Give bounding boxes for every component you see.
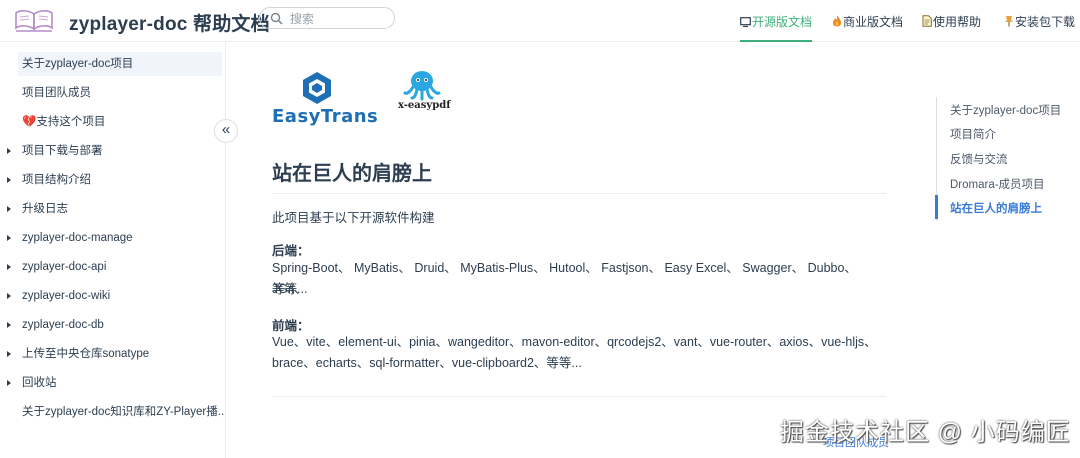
sidebar-item-label: zyplayer-doc-wiki (22, 290, 111, 302)
sidebar-item-label: 项目结构介绍 (22, 174, 91, 186)
watermark-text: 掘金技术社区 @ 小码编匠 (780, 419, 1071, 446)
caret-right-icon (7, 293, 11, 299)
nav-opensource-docs-label: 开源版文档 (752, 15, 813, 29)
nav-opensource-docs[interactable]: 开源版文档 (740, 13, 813, 42)
nav-usage-help-label: 使用帮助 (933, 15, 982, 29)
sidebar-item-label: 关于zyplayer-doc知识库和ZY-Player播... (22, 406, 225, 418)
toc-item-about[interactable]: 关于zyplayer-doc项目 (950, 102, 1061, 118)
intro-text: 此项目基于以下开源软件构建 (272, 211, 435, 225)
sidebar-item-download-deploy[interactable]: 项目下载与部署 (0, 139, 225, 163)
sidebar-item-sonatype[interactable]: 上传至中央仓库sonatype (0, 342, 225, 366)
toc-item-feedback[interactable]: 反馈与交流 (950, 151, 1008, 167)
caret-right-icon (7, 380, 11, 386)
easypdf-logo[interactable]: x-easypdf (394, 70, 451, 116)
sidebar-item-label: 关于zyplayer-doc项目 (22, 58, 134, 70)
frontend-list-line1: Vue、vite、element-ui、pinia、wangeditor、mav… (272, 335, 877, 349)
sidebar-item-label: 上传至中央仓库sonatype (22, 348, 150, 360)
sidebar-item-recycle-bin[interactable]: 回收站 (0, 371, 225, 395)
content-bottom-divider (272, 396, 886, 397)
sidebar-item-team[interactable]: 项目团队成员 (0, 81, 225, 105)
toc-active-indicator (935, 195, 938, 219)
caret-right-icon (7, 148, 11, 154)
caret-right-icon (7, 235, 11, 241)
toc-item-giants[interactable]: 站在巨人的肩膀上 (950, 200, 1042, 216)
octopus-icon (403, 71, 441, 101)
fire-icon (832, 15, 842, 29)
sidebar-item-label: zyplayer-doc-api (22, 261, 107, 273)
caret-right-icon (7, 177, 11, 183)
easypdf-logo-text: x-easypdf (398, 100, 451, 111)
caret-right-icon (7, 351, 11, 357)
sidebar-item-label: 项目下载与部署 (22, 145, 103, 157)
nav-commercial-docs-label: 商业版文档 (843, 15, 904, 29)
sidebar-item-label: zyplayer-doc-db (22, 319, 104, 331)
sidebar: 关于zyplayer-doc项目 项目团队成员 💔支持这个项目 项目下载与部署 … (0, 42, 226, 458)
nav-download[interactable]: 安装包下载 (1004, 13, 1075, 42)
backend-list-line2: 等等... (272, 282, 308, 296)
nav-download-label: 安装包下载 (1015, 15, 1076, 29)
sidebar-item-support[interactable]: 💔支持这个项目 (0, 110, 225, 134)
nav-commercial-docs[interactable]: 商业版文档 (832, 13, 903, 42)
sidebar-item-about-zyplayer[interactable]: 关于zyplayer-doc知识库和ZY-Player播... (0, 400, 225, 424)
sidebar-item-label: 升级日志 (22, 203, 68, 215)
sidebar-item-label: 回收站 (22, 377, 57, 389)
monitor-icon (740, 15, 751, 29)
easytrans-logo-text: EasyTrans (272, 106, 379, 127)
sidebar-item-label: 💔支持这个项目 (22, 116, 106, 128)
backend-label: 后端： (272, 244, 310, 258)
document-icon (922, 15, 932, 29)
toc-item-intro[interactable]: 项目简介 (950, 126, 996, 142)
top-navbar: zyplayer-doc 帮助文档 开源版文档 商业版文档 使用帮助 安装 (0, 0, 1080, 42)
sidebar-item-wiki[interactable]: zyplayer-doc-wiki (0, 284, 225, 308)
caret-right-icon (7, 322, 11, 328)
pin-icon (1004, 15, 1014, 29)
nav-usage-help[interactable]: 使用帮助 (922, 13, 981, 42)
sidebar-item-changelog[interactable]: 升级日志 (0, 197, 225, 221)
page-heading: 站在巨人的肩膀上 (272, 163, 432, 185)
main-content: EasyTrans x-easypdf 站在巨人的肩膀上 此项目基于以下开源软件… (226, 42, 926, 458)
sidebar-item-structure[interactable]: 项目结构介绍 (0, 168, 225, 192)
caret-right-icon (7, 206, 11, 212)
sidebar-item-about[interactable]: 关于zyplayer-doc项目 (0, 52, 225, 76)
frontend-list-line2: brace、echarts、sql-formatter、vue-clipboar… (272, 356, 582, 370)
sidebar-item-db[interactable]: zyplayer-doc-db (0, 313, 225, 337)
top-nav: 开源版文档 商业版文档 使用帮助 安装包下载 (0, 0, 1080, 42)
sidebar-item-manage[interactable]: zyplayer-doc-manage (0, 226, 225, 250)
table-of-contents: 关于zyplayer-doc项目 项目简介 反馈与交流 Dromara-成员项目… (935, 97, 1076, 221)
toc-item-dromara[interactable]: Dromara-成员项目 (950, 176, 1045, 192)
caret-right-icon (7, 264, 11, 270)
sidebar-item-label: 项目团队成员 (22, 87, 91, 99)
easytrans-logo[interactable]: EasyTrans (272, 72, 378, 128)
sidebar-item-api[interactable]: zyplayer-doc-api (0, 255, 225, 279)
heading-divider (272, 193, 886, 194)
sidebar-item-label: zyplayer-doc-manage (22, 232, 133, 244)
